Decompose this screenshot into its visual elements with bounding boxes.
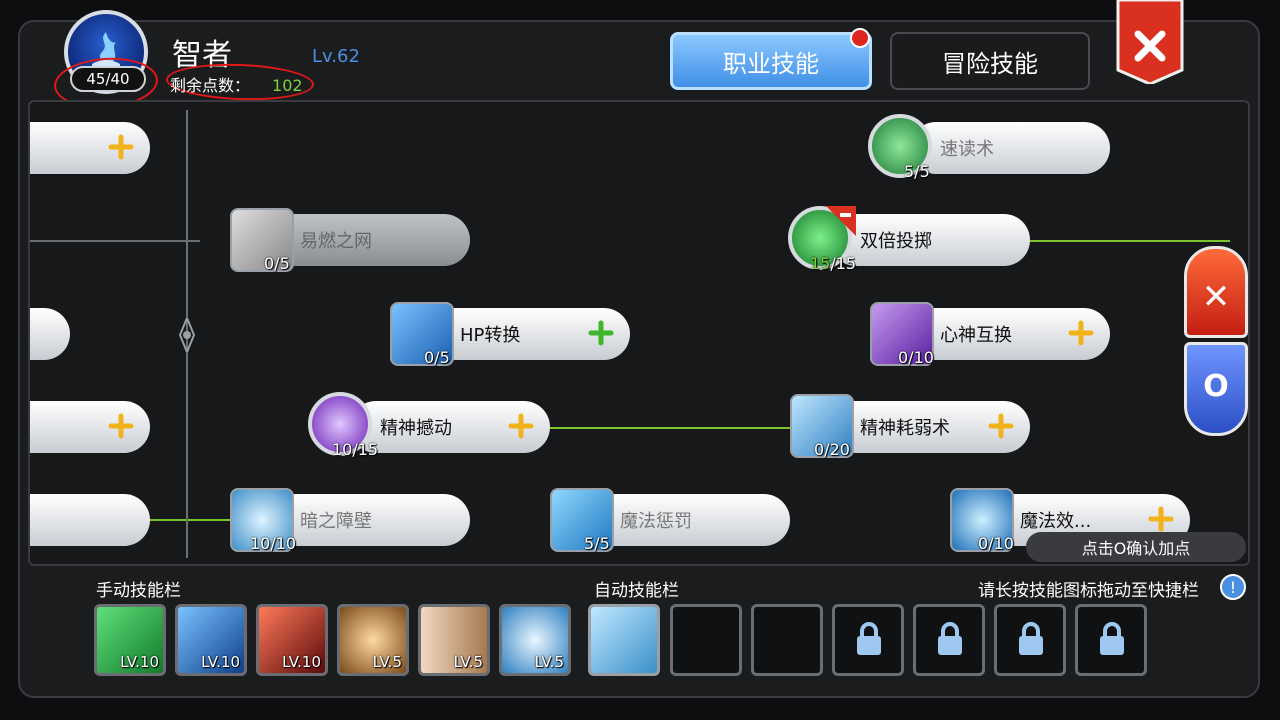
- info-icon[interactable]: !: [1220, 574, 1246, 600]
- plus-icon[interactable]: [988, 413, 1014, 439]
- skill-tree-panel[interactable]: 速读术 5/5 易燃之网 0/5 双倍投掷 15/15 HP转换 0/5 心神互…: [28, 100, 1250, 566]
- skill-card-magic-punish[interactable]: 魔法惩罚: [590, 494, 790, 546]
- circle-o-icon: O: [1203, 369, 1229, 404]
- remaining-label: 剩余点数：: [170, 76, 251, 95]
- tab-adventure-skills[interactable]: 冒险技能: [890, 32, 1090, 90]
- divider-ornament-icon: [178, 318, 196, 352]
- skill-name: 精神撼动: [380, 418, 452, 439]
- tree-line: [30, 240, 200, 242]
- character-level: Lv.62: [312, 46, 360, 67]
- skill-level: 10/10: [250, 534, 297, 553]
- skill-name: 速读术: [940, 139, 994, 160]
- plus-icon[interactable]: [108, 413, 134, 439]
- skill-name: 魔法效...: [1020, 511, 1092, 532]
- skill-name: 心神互换: [940, 325, 1012, 346]
- lock-icon: [857, 622, 881, 655]
- skill-card-double-throw[interactable]: 双倍投掷: [830, 214, 1030, 266]
- skill-card-mind-swap[interactable]: 心神互换: [910, 308, 1110, 360]
- skill-card-partial[interactable]: [30, 122, 150, 174]
- notification-dot: [850, 28, 870, 48]
- skill-card-speed-read[interactable]: 速读术: [910, 122, 1110, 174]
- auto-skill-slot-locked[interactable]: [832, 604, 904, 676]
- manual-skill-slot[interactable]: LV.10: [256, 604, 328, 676]
- drag-hint: 请长按技能图标拖动至快捷栏: [978, 581, 1199, 601]
- skill-level: 0/5: [264, 254, 290, 273]
- skill-level: 15/15: [810, 254, 857, 273]
- skill-card-dark-barrier[interactable]: 暗之障壁: [270, 494, 470, 546]
- skill-level: 5/5: [904, 162, 930, 181]
- skill-name: 暗之障壁: [300, 511, 372, 532]
- skill-level: 10/15: [332, 440, 379, 459]
- skill-level: 0/20: [814, 440, 850, 459]
- minus-icon[interactable]: [826, 206, 856, 236]
- manual-skill-slot[interactable]: LV.10: [175, 604, 247, 676]
- skill-name: 魔法惩罚: [620, 511, 692, 532]
- cancel-button[interactable]: ✕: [1184, 246, 1248, 338]
- skill-name: 双倍投掷: [860, 231, 932, 252]
- skill-card-partial[interactable]: [30, 308, 70, 360]
- skill-points-badge: 45/40: [70, 66, 146, 92]
- manual-skill-slot[interactable]: LV.5: [418, 604, 490, 676]
- remaining-value: 102: [272, 76, 303, 95]
- confirm-tip: 点击O确认加点: [1026, 532, 1246, 562]
- plus-icon[interactable]: [1068, 320, 1094, 346]
- skill-name: HP转换: [460, 325, 521, 346]
- plus-icon[interactable]: [508, 413, 534, 439]
- skill-card-flammable-net[interactable]: 易燃之网: [270, 214, 470, 266]
- skill-card-partial[interactable]: [30, 401, 150, 453]
- lock-icon: [938, 622, 962, 655]
- lock-icon: [1019, 622, 1043, 655]
- tree-line: [550, 427, 800, 429]
- skill-card-spirit-shake[interactable]: 精神撼动: [350, 401, 550, 453]
- auto-skill-slot[interactable]: [588, 604, 660, 676]
- skill-card-partial[interactable]: [30, 494, 150, 546]
- skill-level: 0/5: [424, 348, 450, 367]
- manual-skill-slot[interactable]: LV.5: [499, 604, 571, 676]
- manual-skill-slot[interactable]: LV.5: [337, 604, 409, 676]
- skill-card-hp-convert[interactable]: HP转换: [430, 308, 630, 360]
- auto-skill-slot-locked[interactable]: [1075, 604, 1147, 676]
- tree-line: [150, 519, 240, 521]
- skill-card-spirit-drain[interactable]: 精神耗弱术: [830, 401, 1030, 453]
- auto-skill-slot-locked[interactable]: [913, 604, 985, 676]
- auto-skill-slot-empty[interactable]: [670, 604, 742, 676]
- plus-icon[interactable]: [108, 134, 134, 160]
- auto-skill-bar-label: 自动技能栏: [594, 581, 679, 601]
- manual-skill-slot[interactable]: LV.10: [94, 604, 166, 676]
- skill-name: 易燃之网: [300, 231, 372, 252]
- plus-icon[interactable]: [1148, 506, 1174, 532]
- tab-job-skills[interactable]: 职业技能: [670, 32, 872, 90]
- tree-line: [1030, 240, 1230, 242]
- skill-name: 精神耗弱术: [860, 418, 950, 439]
- lock-icon: [1100, 622, 1124, 655]
- skill-level: 0/10: [978, 534, 1014, 553]
- close-x-icon: ✕: [1201, 277, 1231, 317]
- remaining-points: 剩余点数： 102: [170, 72, 303, 96]
- manual-skill-bar-label: 手动技能栏: [96, 581, 181, 601]
- skill-level: 5/5: [584, 534, 610, 553]
- auto-skill-slot-empty[interactable]: [751, 604, 823, 676]
- plus-icon[interactable]: [588, 320, 614, 346]
- auto-skill-slot-locked[interactable]: [994, 604, 1066, 676]
- skill-level: 0/10: [898, 348, 934, 367]
- close-window-button[interactable]: [1116, 0, 1184, 84]
- confirm-button[interactable]: O: [1184, 342, 1248, 436]
